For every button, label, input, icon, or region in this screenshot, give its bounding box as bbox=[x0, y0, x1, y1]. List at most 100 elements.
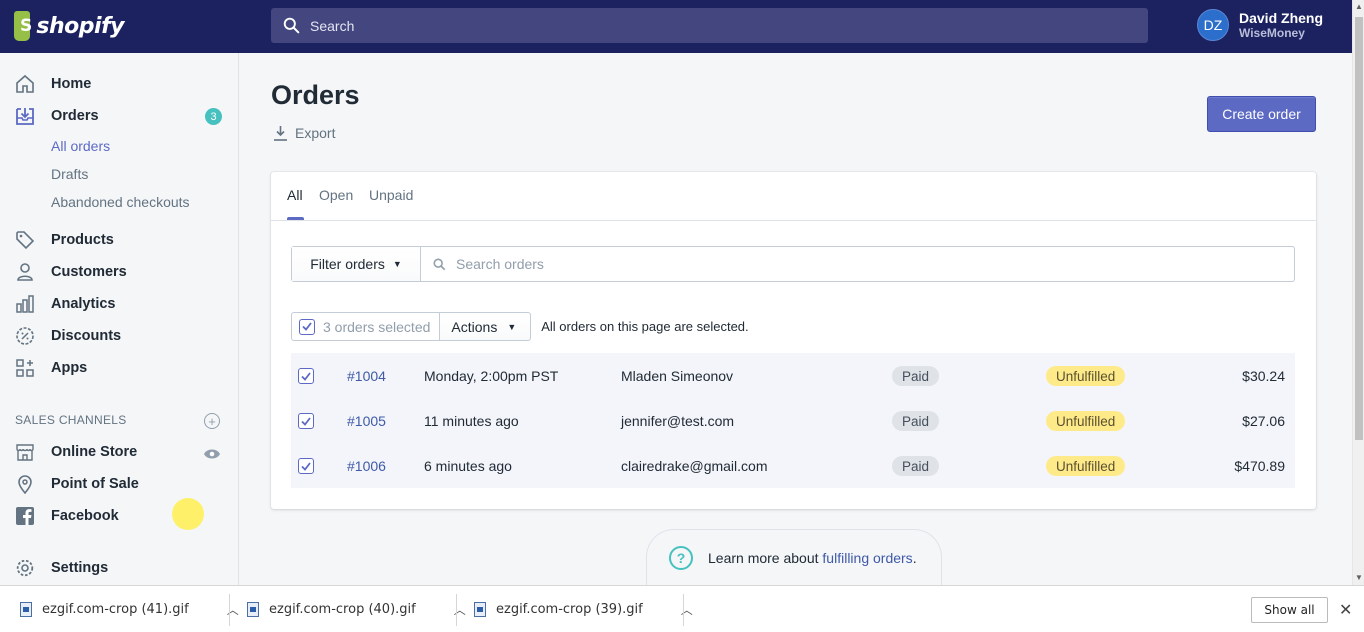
table-row[interactable]: #1004 Monday, 2:00pm PST Mladen Simeonov… bbox=[291, 353, 1295, 398]
payment-status-badge: Paid bbox=[892, 366, 940, 386]
create-order-button[interactable]: Create order bbox=[1207, 96, 1316, 132]
scrollbar-thumb[interactable] bbox=[1355, 17, 1363, 440]
selection-note: All orders on this page are selected. bbox=[541, 319, 749, 334]
tab-all[interactable]: All bbox=[287, 187, 303, 203]
sidebar-subitem-abandoned-checkouts[interactable]: Abandoned checkouts bbox=[51, 194, 190, 210]
caret-down-icon: ▼ bbox=[507, 321, 517, 332]
sidebar-item-online-store[interactable]: Online Store bbox=[14, 440, 224, 464]
table-row[interactable]: #1006 6 minutes ago clairedrake@gmail.co… bbox=[291, 443, 1295, 488]
divider bbox=[683, 594, 684, 626]
order-date: 6 minutes ago bbox=[424, 458, 512, 474]
fulfillment-status-badge: Unfulfilled bbox=[1046, 411, 1126, 431]
show-all-button[interactable]: Show all bbox=[1251, 597, 1328, 623]
image-file-icon bbox=[247, 602, 259, 617]
fulfillment-status-badge: Unfulfilled bbox=[1046, 366, 1126, 386]
download-filename: ezgif.com-crop (39).gif bbox=[496, 602, 643, 617]
user-name: David Zheng bbox=[1239, 10, 1324, 26]
add-channel-icon[interactable]: + bbox=[204, 413, 220, 429]
image-file-icon bbox=[474, 602, 486, 617]
download-filename: ezgif.com-crop (40).gif bbox=[269, 602, 416, 617]
sidebar-item-label: Apps bbox=[51, 360, 88, 376]
sidebar-subitem-all-orders[interactable]: All orders bbox=[51, 138, 110, 154]
sidebar-item-analytics[interactable]: Analytics bbox=[14, 292, 224, 316]
discount-icon bbox=[14, 325, 36, 347]
sidebar-item-point-of-sale[interactable]: Point of Sale bbox=[14, 472, 224, 496]
order-number-link[interactable]: #1006 bbox=[347, 458, 386, 474]
vertical-scrollbar[interactable]: ▲ ▼ bbox=[1352, 0, 1364, 585]
fulfilling-orders-link[interactable]: fulfilling orders bbox=[822, 550, 912, 566]
scroll-up-arrow-icon[interactable]: ▲ bbox=[1355, 2, 1363, 11]
sidebar-item-label: Analytics bbox=[51, 296, 116, 312]
sidebar-item-customers[interactable]: Customers bbox=[14, 260, 224, 284]
orders-count-badge: 3 bbox=[205, 108, 222, 125]
page-title: Orders bbox=[271, 80, 360, 110]
select-all-checkbox[interactable]: 3 orders selected bbox=[291, 312, 441, 341]
bar-chart-icon bbox=[14, 293, 36, 315]
table-row[interactable]: #1005 11 minutes ago jennifer@test.com P… bbox=[291, 398, 1295, 443]
sidebar-item-home[interactable]: Home bbox=[14, 72, 224, 96]
mouse-cursor-highlight bbox=[172, 498, 204, 530]
image-file-icon bbox=[20, 602, 32, 617]
search-icon bbox=[433, 258, 446, 270]
order-total: $30.24 bbox=[1242, 368, 1285, 384]
download-item[interactable]: ezgif.com-crop (39).gif ︿ bbox=[474, 586, 693, 632]
download-filename: ezgif.com-crop (41).gif bbox=[42, 602, 189, 617]
order-customer: jennifer@test.com bbox=[621, 413, 735, 429]
export-button[interactable]: Export bbox=[273, 125, 335, 141]
close-icon[interactable]: ✕ bbox=[1339, 600, 1352, 620]
download-item[interactable]: ezgif.com-crop (41).gif ︿ bbox=[20, 586, 239, 632]
filter-orders-label: Filter orders bbox=[310, 256, 385, 272]
order-date: Monday, 2:00pm PST bbox=[424, 368, 559, 384]
order-tabs: All Open Unpaid bbox=[271, 172, 1316, 221]
search-orders-placeholder: Search orders bbox=[456, 256, 544, 272]
learn-more-callout: ? Learn more about fulfilling orders. bbox=[646, 529, 942, 585]
row-checkbox[interactable] bbox=[298, 368, 314, 384]
search-icon bbox=[283, 17, 300, 34]
sales-channels-heading: SALES CHANNELS bbox=[15, 413, 127, 427]
payment-status-badge: Paid bbox=[892, 411, 940, 431]
download-item[interactable]: ezgif.com-crop (40).gif ︿ bbox=[247, 586, 466, 632]
sidebar-item-label: Settings bbox=[51, 560, 109, 576]
sidebar-item-label: Home bbox=[51, 76, 92, 92]
location-pin-icon bbox=[14, 473, 36, 495]
actions-dropdown[interactable]: Actions ▼ bbox=[440, 312, 532, 341]
sidebar-item-label: Products bbox=[51, 232, 114, 248]
sidebar-item-apps[interactable]: Apps bbox=[14, 356, 224, 380]
order-total: $470.89 bbox=[1234, 458, 1285, 474]
divider bbox=[229, 594, 230, 626]
sidebar-item-settings[interactable]: Settings bbox=[14, 556, 224, 580]
row-checkbox[interactable] bbox=[298, 413, 314, 429]
sidebar-item-label: Customers bbox=[51, 264, 127, 280]
sidebar-item-discounts[interactable]: Discounts bbox=[14, 324, 224, 348]
filter-orders-button[interactable]: Filter orders ▼ bbox=[292, 247, 421, 281]
fulfillment-status-badge: Unfulfilled bbox=[1046, 456, 1126, 476]
order-number-link[interactable]: #1005 bbox=[347, 413, 386, 429]
row-checkbox[interactable] bbox=[298, 458, 314, 474]
avatar[interactable]: DZ bbox=[1197, 9, 1229, 41]
tab-open[interactable]: Open bbox=[319, 187, 353, 203]
eye-icon[interactable] bbox=[203, 447, 221, 463]
sidebar-item-label: Point of Sale bbox=[51, 476, 139, 492]
selected-count-label: 3 orders selected bbox=[323, 318, 431, 335]
sidebar-subitem-drafts[interactable]: Drafts bbox=[51, 166, 88, 182]
global-search-input[interactable]: Search bbox=[271, 8, 1148, 43]
download-bar: ezgif.com-crop (41).gif ︿ ezgif.com-crop… bbox=[0, 585, 1364, 632]
user-menu[interactable]: DZ David Zheng WiseMoney bbox=[1197, 9, 1323, 41]
sidebar-item-products[interactable]: Products bbox=[14, 228, 224, 252]
order-customer: clairedrake@gmail.com bbox=[621, 458, 768, 474]
actions-label: Actions bbox=[451, 318, 498, 335]
export-label: Export bbox=[295, 125, 336, 141]
payment-status-badge: Paid bbox=[892, 456, 940, 476]
sidebar-item-label: Facebook bbox=[51, 508, 119, 524]
shopify-logo[interactable]: shopify bbox=[14, 9, 124, 43]
gear-icon bbox=[14, 557, 36, 579]
scroll-down-arrow-icon[interactable]: ▼ bbox=[1355, 573, 1363, 582]
order-number-link[interactable]: #1004 bbox=[347, 368, 386, 384]
order-date: 11 minutes ago bbox=[424, 413, 519, 429]
sidebar-item-orders[interactable]: Orders 3 bbox=[14, 104, 224, 128]
checkbox-checked-icon bbox=[299, 318, 315, 335]
search-orders-input[interactable]: Search orders bbox=[421, 247, 1294, 281]
tab-unpaid[interactable]: Unpaid bbox=[369, 187, 413, 203]
sidebar-item-label: Discounts bbox=[51, 328, 122, 344]
sidebar: Home Orders 3 All orders Drafts Abandone… bbox=[0, 53, 239, 585]
